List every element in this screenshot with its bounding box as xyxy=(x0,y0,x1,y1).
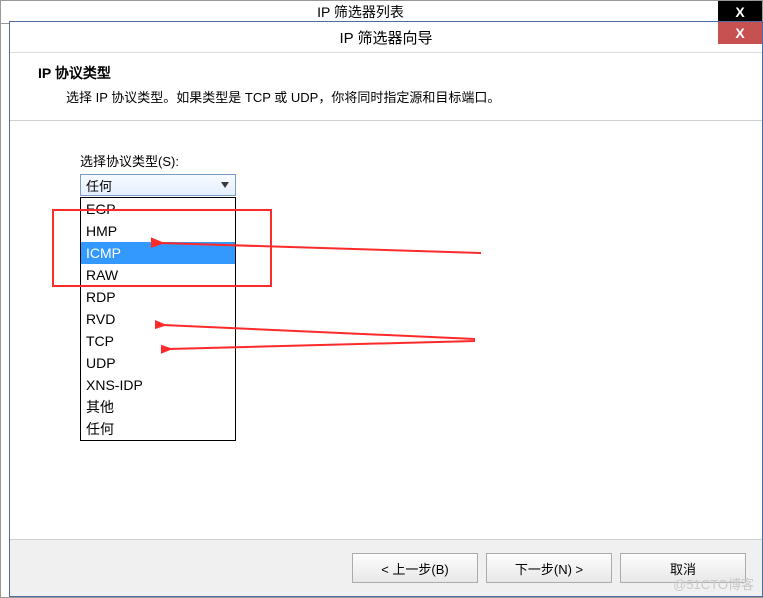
wizard-body: 选择协议类型(S): 任何 EGPHMPICMPRAWRDPRVDTCPUDPX… xyxy=(10,121,762,551)
protocol-option-rdp[interactable]: RDP xyxy=(81,286,235,308)
next-button-label: 下一步(N) > xyxy=(515,559,583,578)
watermark: @51CTO博客 xyxy=(673,574,754,593)
protocol-option-xns-idp[interactable]: XNS-IDP xyxy=(81,374,235,396)
bg-window-title: IP 筛选器列表 xyxy=(317,2,404,22)
protocol-option-raw[interactable]: RAW xyxy=(81,264,235,286)
protocol-option-任何[interactable]: 任何 xyxy=(81,418,235,440)
chevron-down-icon xyxy=(217,177,233,193)
wizard-button-bar: < 上一步(B) 下一步(N) > 取消 xyxy=(10,539,762,596)
wizard-window: IP 筛选器向导 X IP 协议类型 选择 IP 协议类型。如果类型是 TCP … xyxy=(9,21,763,597)
protocol-type-label: 选择协议类型(S): xyxy=(80,151,762,170)
protocol-type-dropdown[interactable]: EGPHMPICMPRAWRDPRVDTCPUDPXNS-IDP其他任何 xyxy=(80,197,236,441)
wizard-header: IP 协议类型 选择 IP 协议类型。如果类型是 TCP 或 UDP，你将同时指… xyxy=(10,53,762,121)
wizard-close-button[interactable]: X xyxy=(718,22,762,44)
wizard-title: IP 筛选器向导 xyxy=(339,27,432,48)
close-icon: X xyxy=(735,25,744,41)
protocol-option-egp[interactable]: EGP xyxy=(81,198,235,220)
protocol-option-hmp[interactable]: HMP xyxy=(81,220,235,242)
protocol-option-其他[interactable]: 其他 xyxy=(81,396,235,418)
back-button-label: < 上一步(B) xyxy=(381,559,449,578)
protocol-option-udp[interactable]: UDP xyxy=(81,352,235,374)
wizard-header-desc: 选择 IP 协议类型。如果类型是 TCP 或 UDP，你将同时指定源和目标端口。 xyxy=(66,87,762,106)
protocol-option-icmp[interactable]: ICMP xyxy=(81,242,235,264)
protocol-option-tcp[interactable]: TCP xyxy=(81,330,235,352)
protocol-option-rvd[interactable]: RVD xyxy=(81,308,235,330)
wizard-titlebar: IP 筛选器向导 X xyxy=(10,22,762,53)
next-button[interactable]: 下一步(N) > xyxy=(486,553,612,583)
outer-frame: IP 筛选器列表 X IP 筛选器向导 X IP 协议类型 选择 IP 协议类型… xyxy=(0,0,763,598)
back-button[interactable]: < 上一步(B) xyxy=(352,553,478,583)
protocol-type-value: 任何 xyxy=(86,176,112,195)
protocol-type-combo[interactable]: 任何 xyxy=(80,174,236,196)
wizard-header-title: IP 协议类型 xyxy=(38,63,762,83)
bg-window-close-button[interactable]: X xyxy=(718,1,762,23)
close-icon: X xyxy=(735,4,744,20)
